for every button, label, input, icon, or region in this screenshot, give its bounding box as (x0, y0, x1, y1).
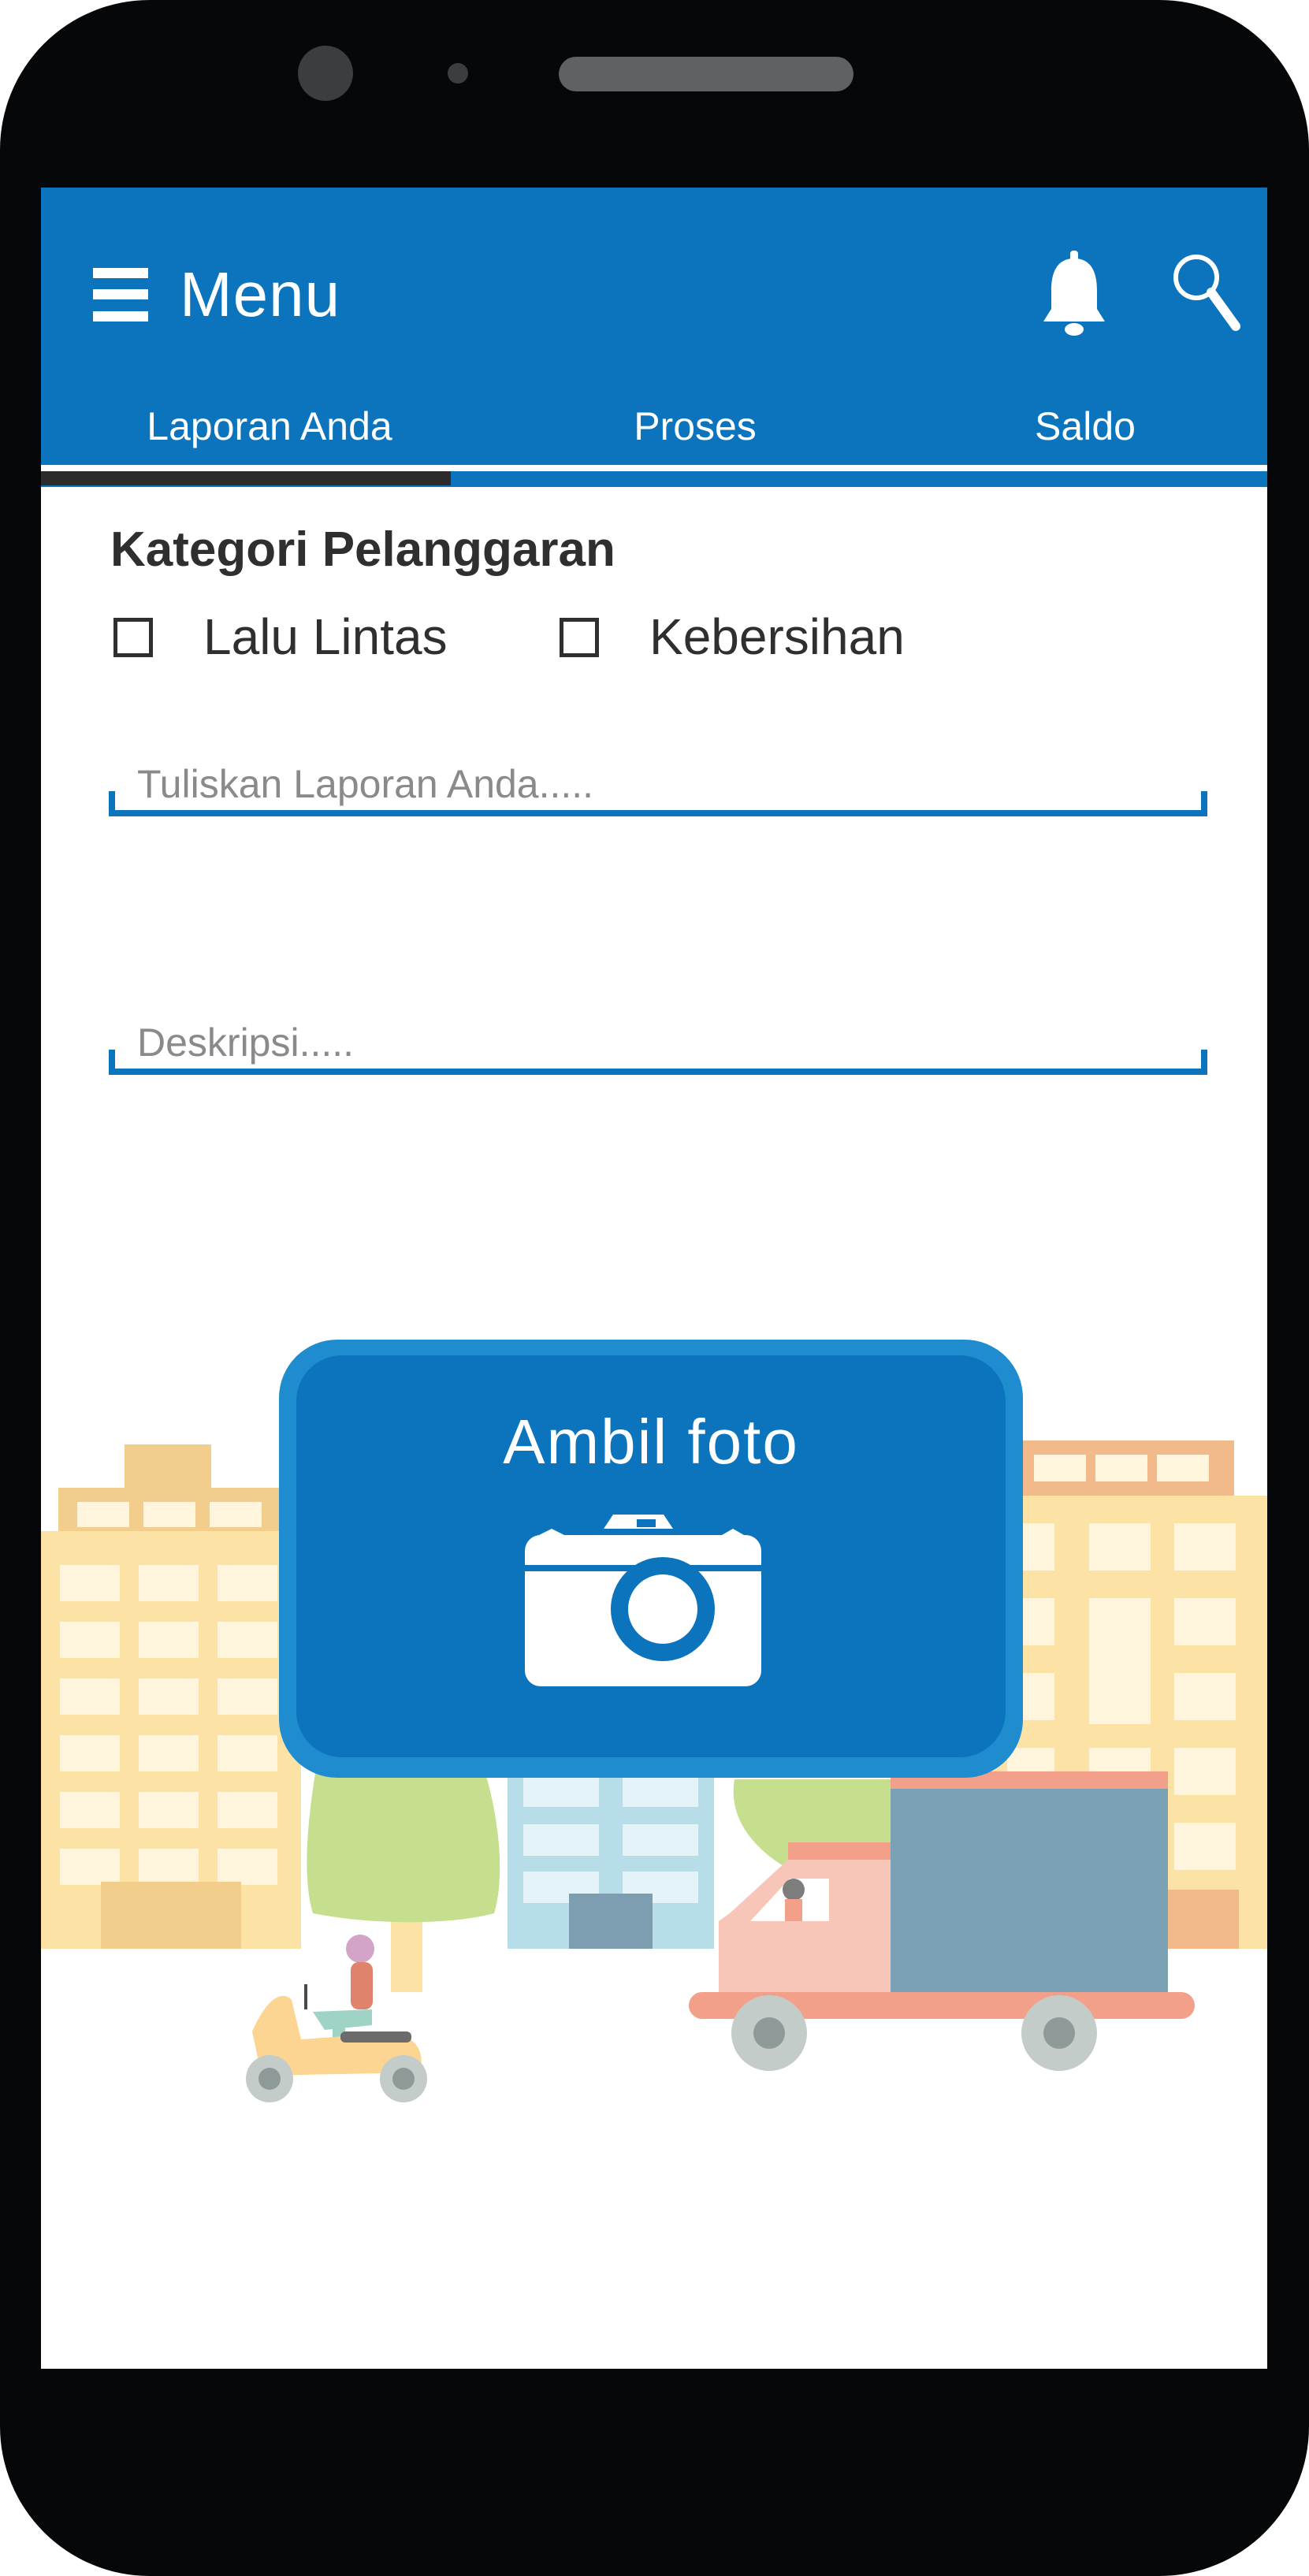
description-underline-tick-right (1201, 1050, 1207, 1075)
menu-title[interactable]: Menu (180, 255, 340, 334)
tab-saldo[interactable]: Saldo (908, 399, 1263, 454)
front-camera (298, 46, 353, 101)
active-tab-indicator (41, 471, 451, 485)
earpiece-speaker (559, 57, 853, 91)
description-placeholder: Deskripsi..... (137, 1020, 355, 1065)
checkbox-kebersihan[interactable] (560, 618, 599, 657)
description-input[interactable]: Deskripsi..... (109, 1015, 1207, 1078)
search-icon[interactable] (1170, 251, 1240, 337)
menu-icon[interactable] (93, 268, 148, 322)
report-underline (109, 810, 1207, 816)
checkbox-label-kebersihan[interactable]: Kebersihan (649, 604, 905, 670)
checkbox-label-lalu-lintas[interactable]: Lalu Lintas (203, 604, 448, 670)
report-underline-tick-left (109, 791, 115, 816)
report-input[interactable]: Tuliskan Laporan Anda..... (109, 756, 1207, 820)
checkbox-lalu-lintas[interactable] (113, 618, 153, 657)
left-building (41, 1444, 301, 1949)
middle-building (508, 1764, 714, 1949)
tab-laporan-anda[interactable]: Laporan Anda (88, 399, 451, 454)
tab-divider (41, 465, 1267, 471)
report-underline-tick-right (1201, 791, 1207, 816)
bell-icon[interactable] (1040, 251, 1108, 337)
proximity-sensor (448, 63, 468, 84)
tab-proses[interactable]: Proses (490, 399, 900, 454)
report-placeholder: Tuliskan Laporan Anda..... (137, 762, 594, 806)
app-screen: Menu Laporan Anda Proses Saldo Kategori … (41, 188, 1267, 2369)
camera-icon[interactable] (525, 1513, 761, 1686)
take-photo-button-face[interactable]: Ambil foto (296, 1355, 1006, 1757)
category-title: Kategori Pelanggaran (110, 522, 615, 577)
phone-frame: Menu Laporan Anda Proses Saldo Kategori … (0, 0, 1309, 2576)
description-underline (109, 1069, 1207, 1075)
description-underline-tick-left (109, 1050, 115, 1075)
app-bar: Menu Laporan Anda Proses Saldo (41, 188, 1267, 487)
take-photo-label[interactable]: Ambil foto (296, 1403, 1006, 1481)
take-photo-button[interactable]: Ambil foto (279, 1340, 1023, 1778)
